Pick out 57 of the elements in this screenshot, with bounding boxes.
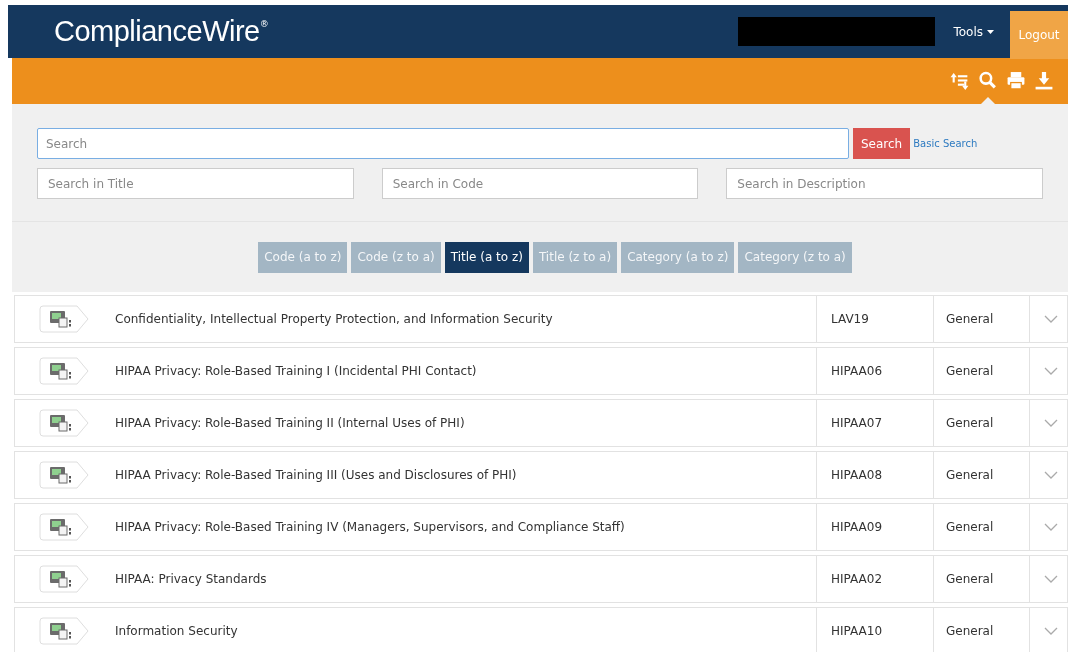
search-field[interactable]: Search in Title xyxy=(37,168,354,199)
course-code: HIPAA09 xyxy=(816,504,933,550)
sort-icon xyxy=(950,71,970,91)
chevron-down-icon[interactable] xyxy=(1044,419,1058,427)
chevron-down-icon[interactable] xyxy=(1044,315,1058,323)
course-title: HIPAA Privacy: Role-Based Training I (Incidental PHI Contact) xyxy=(115,363,478,380)
chevron-down-icon[interactable] xyxy=(1044,523,1058,531)
course-row[interactable]: Information Security HIPAA10 General xyxy=(14,607,1068,652)
course-type-icon xyxy=(39,357,91,385)
search-button[interactable]: Search xyxy=(853,128,911,159)
course-category: General xyxy=(933,400,1029,446)
download-icon xyxy=(1034,71,1054,91)
course-title: HIPAA Privacy: Role-Based Training II (Internal Uses of PHI) xyxy=(115,415,466,432)
course-type-icon xyxy=(39,617,91,645)
course-category: General xyxy=(933,348,1029,394)
course-title: Confidentiality, Intellectual Property Protection, and Information Security xyxy=(115,311,554,328)
course-type-icon xyxy=(39,513,91,541)
course-type-icon xyxy=(39,461,91,489)
tools-menu[interactable]: Tools xyxy=(953,22,994,41)
course-row[interactable]: HIPAA Privacy: Role-Based Training II (Internal Uses of PHI) HIPAA07 General xyxy=(14,399,1068,447)
search-field[interactable]: Search xyxy=(37,128,849,159)
course-category: General xyxy=(933,556,1029,602)
course-row[interactable]: HIPAA Privacy: Role-Based Training I (Incidental PHI Contact) HIPAA06 General xyxy=(14,347,1068,395)
course-code: HIPAA08 xyxy=(816,452,933,498)
course-title: HIPAA Privacy: Role-Based Training III (Uses and Disclosures of PHI) xyxy=(115,467,518,484)
sort-button[interactable]: Title (a to z) xyxy=(444,241,529,273)
search-field[interactable]: Search in Code xyxy=(381,168,699,199)
logo: ComplianceWire xyxy=(54,17,260,46)
printer-icon xyxy=(1006,71,1026,91)
chevron-down-icon[interactable] xyxy=(1044,471,1058,479)
course-row[interactable]: HIPAA Privacy: Role-Based Training III (Uses and Disclosures of PHI) HIPAA08 General xyxy=(14,451,1068,499)
course-code: HIPAA07 xyxy=(816,400,933,446)
course-type-icon xyxy=(39,409,91,437)
chevron-down-icon[interactable] xyxy=(1044,627,1058,635)
search-icon xyxy=(978,71,998,91)
course-row[interactable]: HIPAA: Privacy Standards HIPAA02 General xyxy=(14,555,1068,603)
caret-icon xyxy=(987,29,994,34)
search-field[interactable]: Search in Description xyxy=(726,168,1043,199)
course-title: Information Security xyxy=(115,623,239,640)
course-row[interactable]: Confidentiality, Intellectual Property Protection, and Information Security LAV19 General xyxy=(14,295,1068,343)
course-code: LAV19 xyxy=(816,296,933,342)
registered-mark: ® xyxy=(259,20,269,29)
course-type-icon xyxy=(39,305,91,333)
course-title: HIPAA Privacy: Role-Based Training IV (Managers, Supervisors, and Compliance Staff) xyxy=(115,519,626,536)
chevron-down-icon[interactable] xyxy=(1044,367,1058,375)
course-code: HIPAA06 xyxy=(816,348,933,394)
course-type-icon xyxy=(39,565,91,593)
basic-search-link[interactable]: Basic Search xyxy=(913,136,978,151)
course-code: HIPAA02 xyxy=(816,556,933,602)
course-category: General xyxy=(933,452,1029,498)
course-row[interactable]: HIPAA Privacy: Role-Based Training IV (Managers, Supervisors, and Compliance Staff) HIPAA09 General xyxy=(14,503,1068,551)
course-category: General xyxy=(933,608,1029,652)
course-title: HIPAA: Privacy Standards xyxy=(115,571,268,588)
course-category: General xyxy=(933,296,1029,342)
chevron-down-icon[interactable] xyxy=(1044,575,1058,583)
course-code: HIPAA10 xyxy=(816,608,933,652)
course-category: General xyxy=(933,504,1029,550)
